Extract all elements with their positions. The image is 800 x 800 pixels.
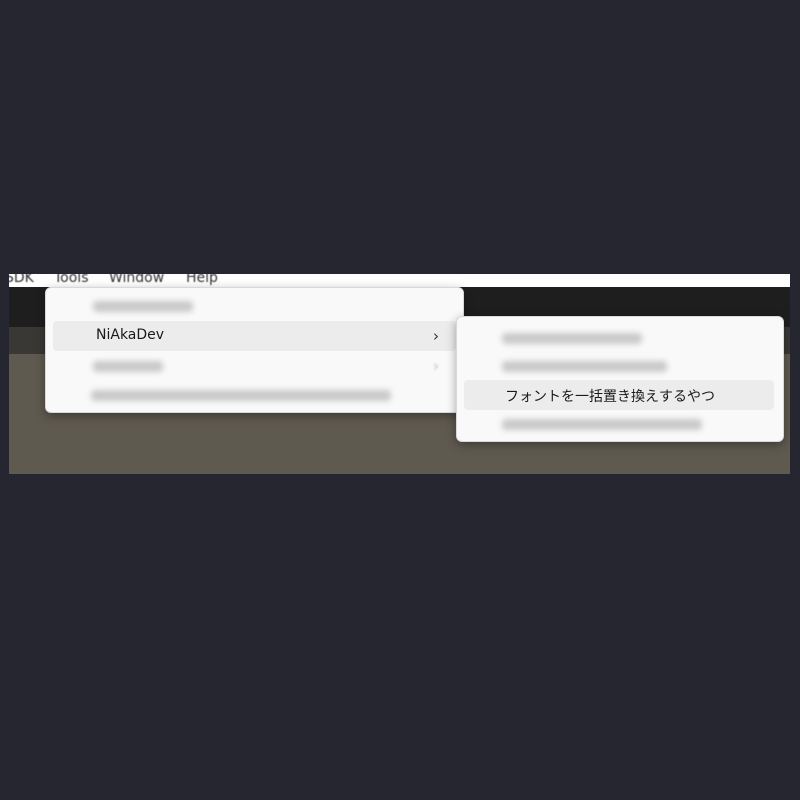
redacted-label <box>93 361 163 372</box>
chevron-right-icon: › <box>433 327 439 345</box>
app-window: SDK Tools Window Help NiAkaDev › › フォントを… <box>9 274 790 474</box>
chevron-right-icon: › <box>433 357 439 375</box>
redacted-label <box>502 361 667 372</box>
menu-item-redacted-2[interactable]: › <box>53 351 456 381</box>
menu-item-niakadev[interactable]: NiAkaDev › <box>53 321 456 351</box>
menu-tools[interactable]: Tools <box>54 274 89 286</box>
redacted-label <box>91 390 391 401</box>
menu-window[interactable]: Window <box>109 274 164 286</box>
submenu-item-redacted-1[interactable] <box>464 323 774 353</box>
redacted-label <box>93 301 193 312</box>
menu-help[interactable]: Help <box>186 274 218 286</box>
submenu-item-label: フォントを一括置き換えするやつ <box>505 389 715 405</box>
menu-item-redacted-3[interactable] <box>53 380 456 410</box>
menu-bar: SDK Tools Window Help <box>9 274 790 287</box>
redacted-label <box>502 419 702 430</box>
niakadev-submenu: フォントを一括置き換えするやつ <box>456 316 784 442</box>
submenu-item-font-replace[interactable]: フォントを一括置き換えするやつ <box>464 380 774 410</box>
tools-dropdown-menu: NiAkaDev › › <box>45 287 464 413</box>
submenu-item-redacted-3[interactable] <box>464 409 774 439</box>
redacted-label <box>502 333 642 344</box>
menu-item-label: NiAkaDev <box>96 327 165 343</box>
menu-item-redacted-1[interactable] <box>53 291 456 321</box>
menu-sdk[interactable]: SDK <box>9 274 34 286</box>
submenu-item-redacted-2[interactable] <box>464 351 774 381</box>
